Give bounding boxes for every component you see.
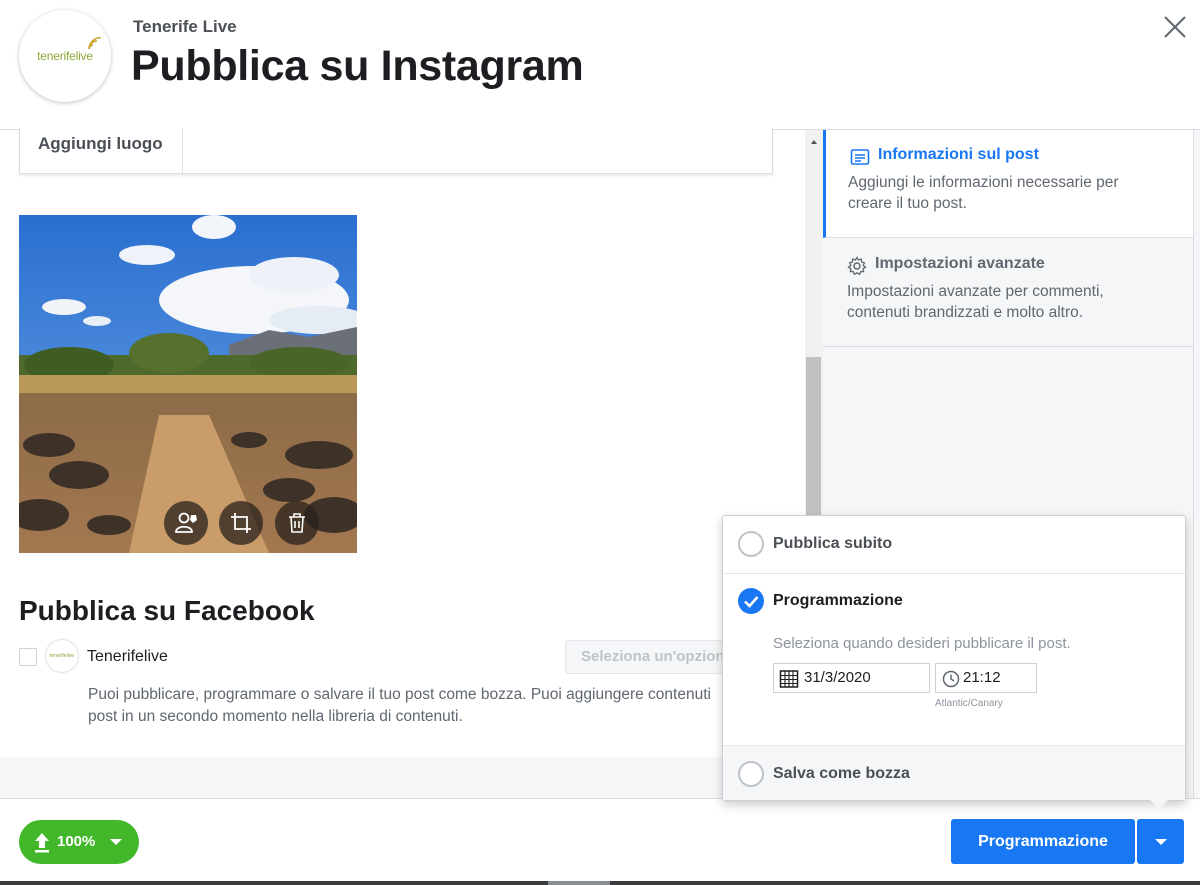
page-name: Tenerife Live — [133, 17, 237, 36]
signal-icon — [88, 37, 101, 50]
schedule-time-value: 21:12 — [963, 669, 1001, 686]
facebook-description-line2: post in un secondo momento nella libreri… — [88, 708, 463, 725]
page-title: Pubblica su Instagram — [131, 42, 584, 90]
nav-item-advanced-settings-desc: Impostazioni avanzate per commenti, cont… — [847, 283, 1104, 321]
facebook-page-name: Tenerifelive — [87, 648, 168, 665]
panel-edge — [1193, 130, 1194, 798]
dialog-header: tenerifelive Tenerife Live Pubblica su I… — [0, 0, 1200, 130]
facebook-page-logo: tenerifelive — [49, 653, 75, 659]
gear-icon — [847, 256, 867, 276]
option-publish-now[interactable]: Pubblica subito — [723, 516, 1185, 573]
window-bottom-segment — [548, 881, 610, 885]
calendar-icon — [779, 670, 799, 688]
location-divider — [182, 128, 183, 174]
upload-icon — [35, 833, 49, 853]
schedule-hint: Seleziona quando desideri pubblicare il … — [773, 635, 1071, 652]
facebook-description: Puoi pubblicare, programmare o salvare i… — [88, 684, 728, 728]
save-draft-radio[interactable] — [738, 761, 764, 787]
publish-now-label[interactable]: Pubblica subito — [773, 535, 892, 553]
post-photo — [19, 215, 357, 553]
location-label: Aggiungi luogo — [38, 134, 163, 153]
schedule-date-input[interactable]: 31/3/2020 — [773, 663, 930, 693]
facebook-page-avatar: tenerifelive — [46, 640, 78, 672]
timezone-label: Atlantic/Canary — [935, 698, 1003, 709]
publish-options-menu: Pubblica subito Programmazione Seleziona… — [722, 515, 1186, 801]
window-bottom-strip — [0, 881, 1200, 885]
chevron-down-icon — [1155, 839, 1167, 845]
page-avatar: tenerifelive — [19, 10, 111, 102]
publish-options-dropdown-button[interactable] — [1137, 819, 1184, 864]
nav-item-post-info-title: Informazioni sul post — [878, 146, 1039, 163]
content-bottom-bar — [0, 757, 805, 798]
menu-pointer — [1149, 799, 1169, 809]
scroll-up-button[interactable] — [805, 135, 823, 147]
close-button[interactable] — [1160, 12, 1190, 42]
facebook-checkbox[interactable] — [19, 648, 37, 666]
option-schedule[interactable]: Programmazione — [723, 574, 1185, 744]
nav-item-post-info[interactable]: Informazioni sul post Aggiungi le inform… — [823, 130, 1193, 238]
upload-progress-button[interactable]: 100% — [19, 820, 139, 864]
scroll-up-arrow-icon — [811, 140, 817, 144]
location-field[interactable]: Aggiungi luogo — [19, 128, 773, 174]
option-save-draft[interactable]: Salva come bozza — [723, 745, 1185, 800]
tag-people-button[interactable] — [164, 501, 208, 545]
chevron-down-icon — [110, 839, 122, 845]
tag-people-icon — [175, 512, 197, 533]
clock-icon — [942, 670, 960, 688]
delete-photo-button[interactable] — [275, 501, 319, 545]
logo-text: tenerifelive — [37, 49, 93, 63]
close-icon — [1164, 16, 1186, 38]
schedule-label[interactable]: Programmazione — [773, 592, 903, 610]
nav-item-advanced-settings[interactable]: Impostazioni avanzate Impostazioni avanz… — [823, 239, 1193, 347]
save-draft-label[interactable]: Salva come bozza — [773, 765, 910, 783]
schedule-date-value: 31/3/2020 — [804, 669, 871, 686]
facebook-option-select[interactable]: Seleziona un'opzione — [565, 640, 735, 674]
crop-button[interactable] — [219, 501, 263, 545]
publish-now-radio[interactable] — [738, 531, 764, 557]
nav-item-advanced-settings-title: Impostazioni avanzate — [875, 255, 1045, 272]
crop-icon — [231, 513, 251, 533]
publish-dialog: tenerifelive Tenerife Live Pubblica su I… — [0, 0, 1200, 885]
facebook-section-title: Pubblica su Facebook — [19, 595, 315, 626]
upload-percent: 100% — [57, 833, 96, 850]
schedule-primary-button[interactable]: Programmazione — [951, 819, 1135, 864]
schedule-radio[interactable] — [738, 588, 764, 614]
facebook-description-line1: Puoi pubblicare, programmare o salvare i… — [88, 686, 711, 703]
checkmark-icon — [744, 596, 759, 608]
logo: tenerifelive — [37, 37, 101, 63]
trash-icon — [289, 513, 305, 533]
schedule-time-input[interactable]: 21:12 — [935, 663, 1037, 693]
post-info-icon — [850, 149, 870, 165]
nav-item-post-info-desc: Aggiungi le informazioni necessarie per … — [848, 174, 1119, 212]
